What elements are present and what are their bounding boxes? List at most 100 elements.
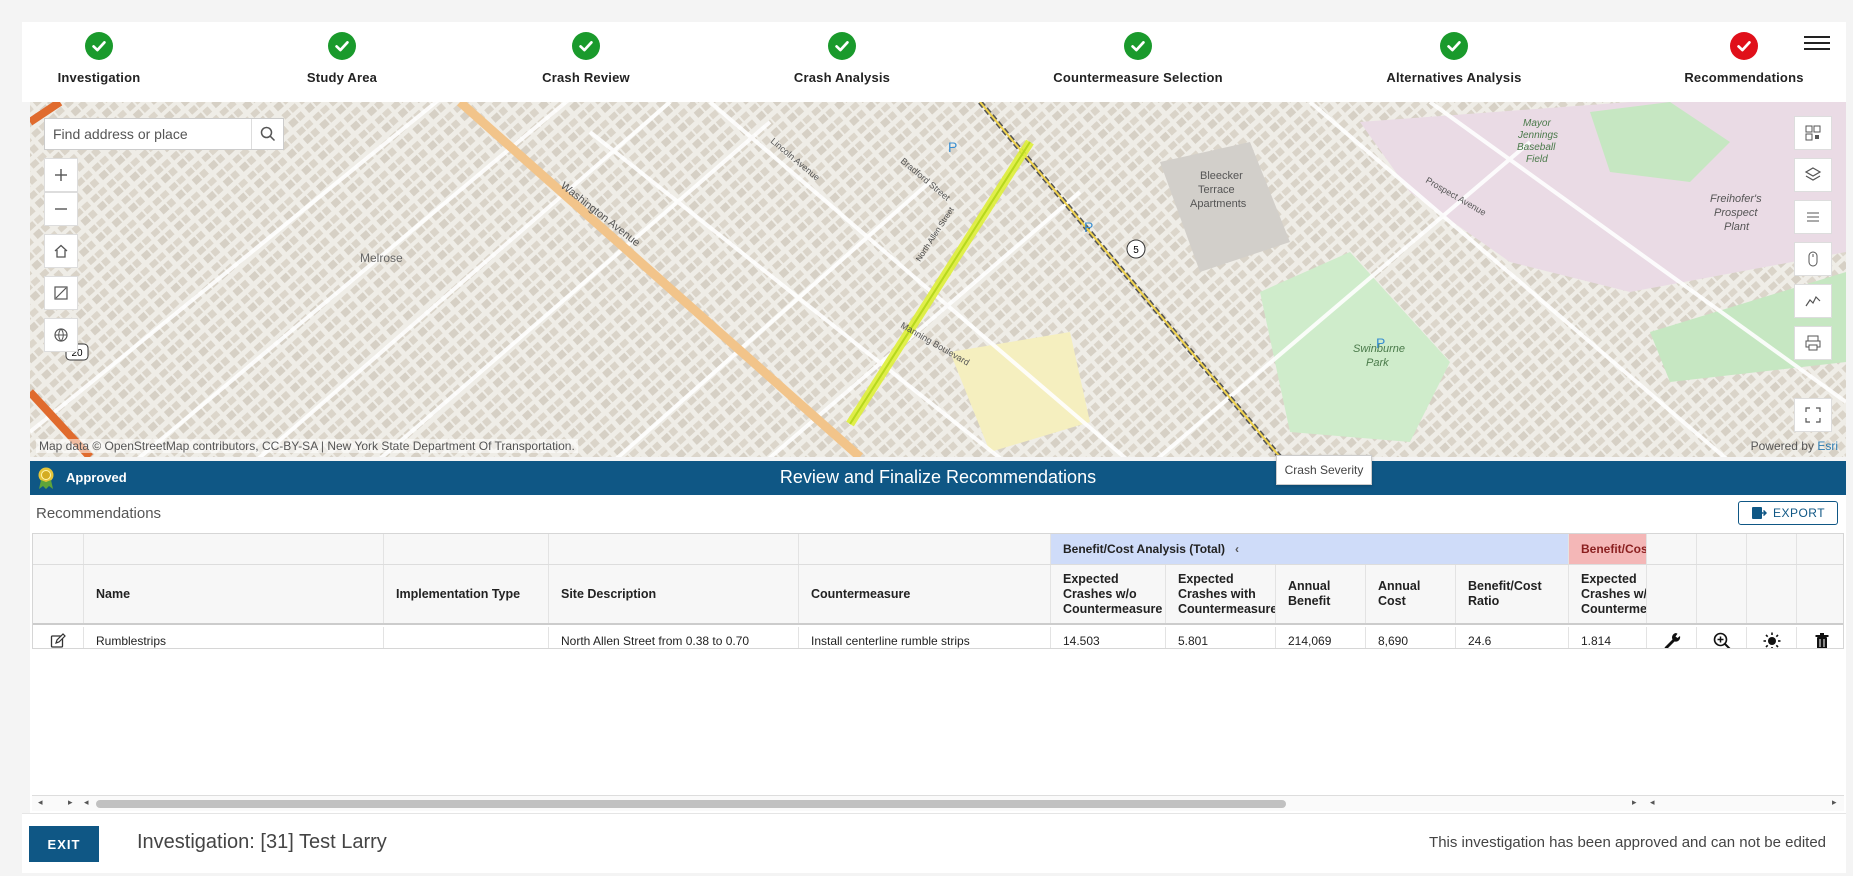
recommendations-panel: Recommendations EXPORT Benefit/Cost Anal… [30,495,1846,813]
zoom-in-icon[interactable] [44,158,78,192]
exit-button[interactable]: EXIT [29,826,99,862]
home-icon[interactable] [44,234,78,268]
check-icon [1440,32,1468,60]
page-title: Review and Finalize Recommendations [779,467,1097,487]
step-label: Crash Review [542,70,630,85]
export-icon [1751,507,1767,519]
step-label: Alternatives Analysis [1386,70,1522,85]
highlight-sun-icon[interactable] [1746,627,1796,648]
group-header-row: Benefit/Cost Analysis (Total) ‹ Benefit/… [33,534,1843,565]
wrench-icon[interactable] [1646,627,1696,648]
export-label: EXPORT [1772,506,1826,520]
check-icon [1730,32,1758,60]
step-label: Recommendations [1684,70,1804,85]
zoom-to-icon[interactable] [1696,627,1746,648]
scroll-right-icon[interactable]: ▸ [1832,797,1837,808]
step-investigation[interactable]: Investigation [0,32,199,85]
chevron-left-icon[interactable]: ‹ [1235,542,1239,556]
powered-by: Powered by Esri [1751,439,1838,453]
cell-crashes-without-2: 1.814 [1568,627,1646,648]
recommendations-table: Benefit/Cost Analysis (Total) ‹ Benefit/… [32,533,1844,649]
map-label: Field [1526,154,1548,165]
step-label: Study Area [306,70,378,85]
map-search [44,118,284,150]
group-header-bc-total[interactable]: Benefit/Cost Analysis (Total) ‹ [1050,534,1568,564]
map-tools-left [44,158,78,352]
cell-name: Rumblestrips [83,627,383,648]
col-header-crashes-without-2[interactable]: Expected Crashes w/o Countermeasure [1568,565,1646,623]
col-header-countermeasure[interactable]: Countermeasure [798,565,1050,623]
col-header-crashes-without[interactable]: Expected Crashes w/o Countermeasure [1050,565,1165,623]
hamburger-menu-icon[interactable] [1804,32,1830,54]
map-view[interactable]: Washington Avenue Melrose Bleecker Terra… [30,102,1846,457]
check-icon [328,32,356,60]
measure-icon[interactable] [44,276,78,310]
col-header-implementation-type[interactable]: Implementation Type [383,565,548,623]
step-crash-review[interactable]: Crash Review [486,32,686,85]
legend-list-icon[interactable] [1794,200,1832,234]
export-button[interactable]: EXPORT [1738,501,1838,525]
group-header-label: Benefit/Cost Analysis (Total) [1063,542,1226,556]
map-label: Baseball [1517,142,1556,153]
layers-icon[interactable] [1794,158,1832,192]
table-row[interactable]: Rumblestrips North Allen Street from 0.3… [33,627,1843,648]
scroll-left-icon[interactable]: ◂ [38,797,43,808]
step-countermeasure-selection[interactable]: Countermeasure Selection [1038,32,1238,85]
col-header-bc-ratio[interactable]: Benefit/Cost Ratio [1455,565,1568,623]
map-label: Park [1366,357,1389,369]
map-search-input[interactable] [45,119,251,149]
step-study-area[interactable]: Study Area [242,32,442,85]
step-alternatives-analysis[interactable]: Alternatives Analysis [1354,32,1554,85]
edit-icon[interactable] [33,627,83,648]
mouse-icon[interactable] [1794,242,1832,276]
col-header-name[interactable]: Name [83,565,383,623]
horizontal-scrollbar[interactable]: ◂ ▸ ◂ ▸ ◂ ▸ [32,795,1844,811]
svg-text:P: P [1376,335,1385,351]
status-banner: Approved Review and Finalize Recommendat… [30,461,1846,495]
route-5-shield: 5 [1133,245,1139,256]
map-label: Apartments [1190,198,1247,210]
qr-grid-icon[interactable] [1794,116,1832,150]
zoom-out-icon[interactable] [44,192,78,226]
scroll-left-icon[interactable]: ◂ [1650,797,1655,808]
check-icon [1124,32,1152,60]
print-icon[interactable] [1794,326,1832,360]
col-header-annual-benefit[interactable]: Annual Benefit [1275,565,1365,623]
step-label: Investigation [57,70,141,85]
scroll-right-icon[interactable]: ▸ [68,797,73,808]
cell-countermeasure: Install centerline rumble strips [798,627,1050,648]
investigation-title: Investigation: [31] Test Larry [137,831,387,853]
map-label: Melrose [360,251,403,265]
svg-text:P: P [948,139,957,155]
check-icon [85,32,113,60]
elevation-profile-icon[interactable] [1794,284,1832,318]
powered-by-prefix: Powered by [1750,439,1814,453]
svg-text:P: P [1084,219,1093,235]
cell-annual-cost: 8,690 [1365,627,1455,648]
scroll-left-icon[interactable]: ◂ [84,797,89,808]
resize-handle[interactable] [928,451,968,457]
cell-implementation-type [383,627,548,648]
esri-link[interactable]: Esri [1817,439,1838,453]
basemap-globe-icon[interactable] [44,318,78,352]
trash-icon[interactable] [1796,627,1843,648]
col-header-annual-cost[interactable]: Annual Cost [1365,565,1455,623]
fullscreen-icon[interactable] [1794,398,1832,432]
scrollbar-thumb[interactable] [96,800,1286,808]
cell-annual-benefit: 214,069 [1275,627,1365,648]
check-icon [828,32,856,60]
map-label: Terrace [1198,184,1235,196]
col-header-crashes-with[interactable]: Expected Crashes with Countermeasure [1165,565,1275,623]
map-attribution: Map data © OpenStreetMap contributors, C… [36,439,578,453]
col-header-site-description[interactable]: Site Description [548,565,798,623]
map-tools-right [1794,116,1832,440]
cell-crashes-with: 5.801 [1165,627,1275,648]
search-icon[interactable] [251,119,283,149]
crash-severity-tooltip: Crash Severity [1276,455,1372,485]
group-header-bc-next: Benefit/Cos [1568,534,1646,564]
workflow-stepper: Investigation Study Area Crash Review Cr… [22,22,1846,102]
column-header-row: Name Implementation Type Site Descriptio… [33,565,1843,625]
scroll-right-icon[interactable]: ▸ [1632,797,1637,808]
step-crash-analysis[interactable]: Crash Analysis [742,32,942,85]
step-label: Crash Analysis [793,70,891,85]
